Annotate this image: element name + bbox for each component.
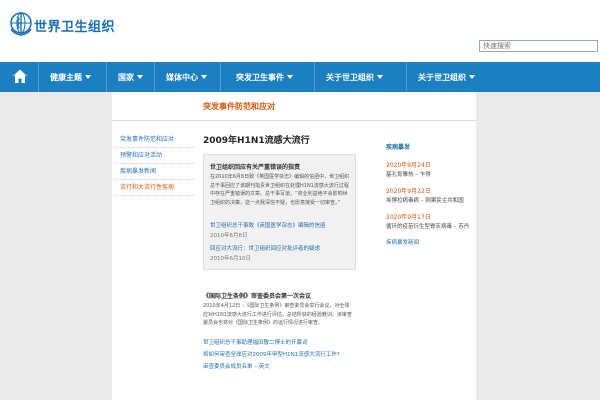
outbreak-news-title: 疾病暴发: [386, 144, 411, 151]
search-input[interactable]: [479, 40, 598, 52]
outbreak-date-3[interactable]: 2020年9月17日: [386, 212, 431, 221]
nav-separator: [314, 62, 315, 92]
ihr-link-committee-members[interactable]: 审查委员会成员名单 – 英文: [203, 362, 270, 370]
chevron-down-icon: [85, 75, 91, 79]
feature-link-pandemic-response[interactable]: 回应对大流行：世卫组织回应对批评者的疑虑: [210, 244, 320, 252]
outbreak-news-more-link[interactable]: 疾病暴发新闻: [386, 238, 419, 246]
feature-date-1: 2010年6月8日: [210, 233, 248, 239]
left-nav-item-emergency-preparedness[interactable]: 突发事件防范和应对: [115, 132, 195, 148]
left-nav-item-pandemic-epidemic[interactable]: 流行和大流行性疾病: [115, 180, 195, 196]
ihr-link-review-question[interactable]: 将如何审查全球应对2009年甲型H1N1流感大流行工作?: [203, 350, 340, 358]
nav-item-about-who-2[interactable]: 关于世卫组织: [418, 72, 475, 83]
chevron-down-icon: [137, 75, 143, 79]
chevron-down-icon: [201, 75, 207, 79]
home-icon[interactable]: [12, 68, 28, 84]
feature-box-paragraph: 在2010年6月8日致《英国医学杂志》编辑的信函中，世卫组织总干事回应了该期刊指…: [210, 174, 350, 206]
feature-link-dg-letter[interactable]: 世卫组织总干事致《英国医学杂志》编辑的信函: [210, 221, 326, 229]
chevron-down-icon: [469, 75, 475, 79]
ihr-review-title: 《国际卫生条例》审查委员会第一次会议: [203, 293, 312, 300]
chevron-down-icon: [377, 75, 383, 79]
feature-box-title: 世卫组织回应有关严重错误的指责: [210, 164, 301, 171]
nav-separator: [38, 62, 39, 92]
nav-separator: [106, 62, 107, 92]
section-title: 突发事件防范和应对: [203, 102, 275, 111]
left-nav: 突发事件防范和应对 预警和应对活动 疾病暴发新闻 流行和大流行性疾病: [115, 132, 195, 196]
left-nav-item-outbreak-news[interactable]: 疾病暴发新闻: [115, 164, 195, 180]
ihr-link-opening-remarks[interactable]: 世卫组织总干事助理福田敬二博士的开幕词: [203, 338, 308, 346]
outbreak-text-2: 埃博拉病毒病 – 刚果民主共和国: [386, 198, 464, 204]
feature-date-2: 2010年6月10日: [210, 256, 251, 262]
nav-separator: [406, 62, 407, 92]
nav-item-countries[interactable]: 国家: [118, 72, 143, 83]
feature-box: 世卫组织回应有关严重错误的指责 在2010年6月8日致《英国医学杂志》编辑的信函…: [203, 154, 356, 270]
page-heading: 2009年H1N1流感大流行: [203, 136, 310, 146]
nav-item-media-centre[interactable]: 媒体中心: [166, 72, 207, 83]
nav-item-emergencies[interactable]: 突发卫生事件: [236, 72, 293, 83]
section-divider: [112, 120, 476, 121]
nav-separator: [154, 62, 155, 92]
outbreak-text-1: 基孔肯雅热 – 乍得: [386, 172, 431, 178]
outbreak-date-1[interactable]: 2020年9月24日: [386, 160, 431, 169]
main-navbar: 健康主题 国家 媒体中心 突发卫生事件 关于世卫组织 关于世卫组织: [0, 62, 600, 92]
site-header: 世界卫生组织: [0, 0, 600, 62]
who-logo-icon[interactable]: [8, 10, 34, 36]
outbreak-text-3: 循环的疫苗衍生型脊灰病毒 – 苏丹: [386, 224, 470, 230]
nav-item-about-who[interactable]: 关于世卫组织: [326, 72, 383, 83]
nav-separator: [220, 62, 221, 92]
ihr-review-paragraph: 2010年4月12日 –《国际卫生条例》审查委员会举行会议，对全球应对H1N1流…: [203, 303, 352, 326]
chevron-down-icon: [287, 75, 293, 79]
left-nav-item-alert-response[interactable]: 预警和应对活动: [115, 148, 195, 164]
nav-item-health-topics[interactable]: 健康主题: [50, 72, 91, 83]
site-title[interactable]: 世界卫生组织: [34, 16, 115, 35]
outbreak-date-2[interactable]: 2020年9月22日: [386, 186, 431, 195]
